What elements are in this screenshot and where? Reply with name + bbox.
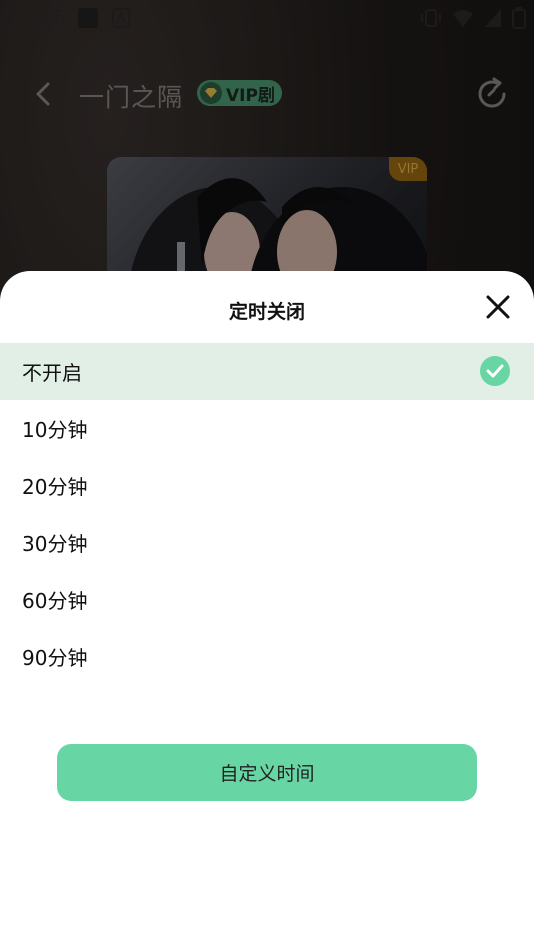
option-20-minutes[interactable]: 20分钟 xyxy=(0,457,534,514)
option-off[interactable]: 不开启 xyxy=(0,343,534,400)
option-label: 10分钟 xyxy=(22,418,88,442)
option-label: 60分钟 xyxy=(22,589,88,613)
option-60-minutes[interactable]: 60分钟 xyxy=(0,571,534,628)
option-label: 20分钟 xyxy=(22,475,88,499)
option-90-minutes[interactable]: 90分钟 xyxy=(0,628,534,685)
custom-time-button[interactable]: 自定义时间 xyxy=(57,744,477,801)
check-circle-icon xyxy=(480,356,510,386)
option-30-minutes[interactable]: 30分钟 xyxy=(0,514,534,571)
option-label: 30分钟 xyxy=(22,532,88,556)
close-icon[interactable] xyxy=(484,293,512,321)
option-label: 不开启 xyxy=(22,361,82,385)
option-10-minutes[interactable]: 10分钟 xyxy=(0,400,534,457)
sleep-timer-sheet: 定时关闭 不开启 10分钟 20分钟 30分钟 60分钟 90分钟 自定义时间 xyxy=(0,271,534,949)
option-label: 90分钟 xyxy=(22,646,88,670)
sheet-title: 定时关闭 xyxy=(228,301,305,323)
